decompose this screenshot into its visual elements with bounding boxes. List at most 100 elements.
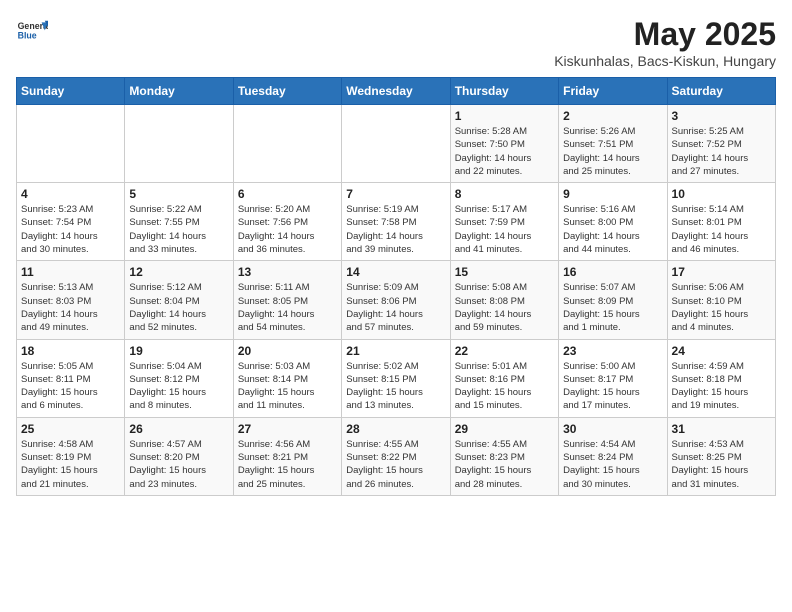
day-info: Sunrise: 5:04 AM Sunset: 8:12 PM Dayligh… xyxy=(129,360,228,413)
calendar-cell xyxy=(342,105,450,183)
day-info: Sunrise: 5:03 AM Sunset: 8:14 PM Dayligh… xyxy=(238,360,337,413)
weekday-header-thursday: Thursday xyxy=(450,78,558,105)
day-info: Sunrise: 5:13 AM Sunset: 8:03 PM Dayligh… xyxy=(21,281,120,334)
day-info: Sunrise: 5:01 AM Sunset: 8:16 PM Dayligh… xyxy=(455,360,554,413)
day-number: 18 xyxy=(21,344,120,358)
day-number: 15 xyxy=(455,265,554,279)
day-number: 5 xyxy=(129,187,228,201)
calendar-cell: 4 Sunrise: 5:23 AM Sunset: 7:54 PM Daylig… xyxy=(17,183,125,261)
calendar-cell: 27 Sunrise: 4:56 AM Sunset: 8:21 PM Dayli… xyxy=(233,417,341,495)
calendar-cell: 23Sunrise: 5:00 AM Sunset: 8:17 PM Dayli… xyxy=(559,339,667,417)
day-number: 13 xyxy=(238,265,337,279)
calendar-cell: 11 Sunrise: 5:13 AM Sunset: 8:03 PM Dayli… xyxy=(17,261,125,339)
logo-icon: General Blue xyxy=(16,16,48,48)
day-info: Sunrise: 5:09 AM Sunset: 8:06 PM Dayligh… xyxy=(346,281,445,334)
calendar-cell: 6 Sunrise: 5:20 AM Sunset: 7:56 PM Daylig… xyxy=(233,183,341,261)
day-number: 7 xyxy=(346,187,445,201)
calendar-cell: 12 Sunrise: 5:12 AM Sunset: 8:04 PM Dayli… xyxy=(125,261,233,339)
day-info: Sunrise: 5:28 AM Sunset: 7:50 PM Dayligh… xyxy=(455,125,554,178)
calendar-cell: 13 Sunrise: 5:11 AM Sunset: 8:05 PM Dayli… xyxy=(233,261,341,339)
calendar-cell xyxy=(17,105,125,183)
location: Kiskunhalas, Bacs-Kiskun, Hungary xyxy=(554,53,776,69)
day-info: Sunrise: 5:17 AM Sunset: 7:59 PM Dayligh… xyxy=(455,203,554,256)
day-info: Sunrise: 5:16 AM Sunset: 8:00 PM Dayligh… xyxy=(563,203,662,256)
calendar-cell: 5 Sunrise: 5:22 AM Sunset: 7:55 PM Daylig… xyxy=(125,183,233,261)
day-info: Sunrise: 4:55 AM Sunset: 8:22 PM Dayligh… xyxy=(346,438,445,491)
day-number: 25 xyxy=(21,422,120,436)
calendar-cell: 15 Sunrise: 5:08 AM Sunset: 8:08 PM Dayli… xyxy=(450,261,558,339)
calendar-cell: 21Sunrise: 5:02 AM Sunset: 8:15 PM Dayli… xyxy=(342,339,450,417)
day-number: 20 xyxy=(238,344,337,358)
calendar-cell: 25Sunrise: 4:58 AM Sunset: 8:19 PM Dayli… xyxy=(17,417,125,495)
calendar-cell: 31 Sunrise: 4:53 AM Sunset: 8:25 PM Dayli… xyxy=(667,417,775,495)
day-number: 21 xyxy=(346,344,445,358)
calendar-week-2: 4 Sunrise: 5:23 AM Sunset: 7:54 PM Daylig… xyxy=(17,183,776,261)
day-number: 2 xyxy=(563,109,662,123)
day-number: 24 xyxy=(672,344,771,358)
day-number: 6 xyxy=(238,187,337,201)
day-info: Sunrise: 4:57 AM Sunset: 8:20 PM Dayligh… xyxy=(129,438,228,491)
calendar-cell: 10 Sunrise: 5:14 AM Sunset: 8:01 PM Dayli… xyxy=(667,183,775,261)
day-number: 17 xyxy=(672,265,771,279)
calendar-table: SundayMondayTuesdayWednesdayThursdayFrid… xyxy=(16,77,776,496)
day-number: 9 xyxy=(563,187,662,201)
day-info: Sunrise: 5:25 AM Sunset: 7:52 PM Dayligh… xyxy=(672,125,771,178)
day-info: Sunrise: 5:14 AM Sunset: 8:01 PM Dayligh… xyxy=(672,203,771,256)
day-info: Sunrise: 5:20 AM Sunset: 7:56 PM Dayligh… xyxy=(238,203,337,256)
day-info: Sunrise: 5:19 AM Sunset: 7:58 PM Dayligh… xyxy=(346,203,445,256)
day-info: Sunrise: 5:08 AM Sunset: 8:08 PM Dayligh… xyxy=(455,281,554,334)
day-number: 1 xyxy=(455,109,554,123)
calendar-cell: 20 Sunrise: 5:03 AM Sunset: 8:14 PM Dayli… xyxy=(233,339,341,417)
calendar-cell: 29Sunrise: 4:55 AM Sunset: 8:23 PM Dayli… xyxy=(450,417,558,495)
month-year: May 2025 xyxy=(554,16,776,53)
calendar-cell xyxy=(125,105,233,183)
day-number: 28 xyxy=(346,422,445,436)
day-number: 22 xyxy=(455,344,554,358)
calendar-week-5: 25Sunrise: 4:58 AM Sunset: 8:19 PM Dayli… xyxy=(17,417,776,495)
day-info: Sunrise: 5:11 AM Sunset: 8:05 PM Dayligh… xyxy=(238,281,337,334)
calendar-cell: 14Sunrise: 5:09 AM Sunset: 8:06 PM Dayli… xyxy=(342,261,450,339)
day-info: Sunrise: 5:12 AM Sunset: 8:04 PM Dayligh… xyxy=(129,281,228,334)
title-block: May 2025 Kiskunhalas, Bacs-Kiskun, Hunga… xyxy=(554,16,776,69)
page-header: General Blue May 2025 Kiskunhalas, Bacs-… xyxy=(16,16,776,69)
day-info: Sunrise: 4:59 AM Sunset: 8:18 PM Dayligh… xyxy=(672,360,771,413)
day-number: 11 xyxy=(21,265,120,279)
day-number: 10 xyxy=(672,187,771,201)
day-info: Sunrise: 5:22 AM Sunset: 7:55 PM Dayligh… xyxy=(129,203,228,256)
weekday-header-tuesday: Tuesday xyxy=(233,78,341,105)
day-info: Sunrise: 4:56 AM Sunset: 8:21 PM Dayligh… xyxy=(238,438,337,491)
calendar-cell: 2Sunrise: 5:26 AM Sunset: 7:51 PM Daylig… xyxy=(559,105,667,183)
day-info: Sunrise: 5:05 AM Sunset: 8:11 PM Dayligh… xyxy=(21,360,120,413)
weekday-header-friday: Friday xyxy=(559,78,667,105)
calendar-cell: 3 Sunrise: 5:25 AM Sunset: 7:52 PM Daylig… xyxy=(667,105,775,183)
calendar-cell: 7 Sunrise: 5:19 AM Sunset: 7:58 PM Daylig… xyxy=(342,183,450,261)
day-info: Sunrise: 4:53 AM Sunset: 8:25 PM Dayligh… xyxy=(672,438,771,491)
calendar-cell: 19 Sunrise: 5:04 AM Sunset: 8:12 PM Dayli… xyxy=(125,339,233,417)
calendar-cell: 1 Sunrise: 5:28 AM Sunset: 7:50 PM Daylig… xyxy=(450,105,558,183)
day-number: 4 xyxy=(21,187,120,201)
day-number: 31 xyxy=(672,422,771,436)
calendar-cell: 22 Sunrise: 5:01 AM Sunset: 8:16 PM Dayli… xyxy=(450,339,558,417)
day-info: Sunrise: 4:55 AM Sunset: 8:23 PM Dayligh… xyxy=(455,438,554,491)
day-number: 23 xyxy=(563,344,662,358)
calendar-cell xyxy=(233,105,341,183)
weekday-header-wednesday: Wednesday xyxy=(342,78,450,105)
day-info: Sunrise: 5:23 AM Sunset: 7:54 PM Dayligh… xyxy=(21,203,120,256)
weekday-header-saturday: Saturday xyxy=(667,78,775,105)
day-number: 26 xyxy=(129,422,228,436)
weekday-header-sunday: Sunday xyxy=(17,78,125,105)
calendar-cell: 28 Sunrise: 4:55 AM Sunset: 8:22 PM Dayli… xyxy=(342,417,450,495)
day-number: 8 xyxy=(455,187,554,201)
weekday-header-monday: Monday xyxy=(125,78,233,105)
calendar-cell: 24 Sunrise: 4:59 AM Sunset: 8:18 PM Dayli… xyxy=(667,339,775,417)
day-info: Sunrise: 4:54 AM Sunset: 8:24 PM Dayligh… xyxy=(563,438,662,491)
day-number: 16 xyxy=(563,265,662,279)
day-number: 19 xyxy=(129,344,228,358)
day-number: 27 xyxy=(238,422,337,436)
day-number: 30 xyxy=(563,422,662,436)
calendar-cell: 16Sunrise: 5:07 AM Sunset: 8:09 PM Dayli… xyxy=(559,261,667,339)
day-number: 3 xyxy=(672,109,771,123)
calendar-week-3: 11 Sunrise: 5:13 AM Sunset: 8:03 PM Dayli… xyxy=(17,261,776,339)
day-number: 12 xyxy=(129,265,228,279)
logo: General Blue xyxy=(16,16,48,48)
